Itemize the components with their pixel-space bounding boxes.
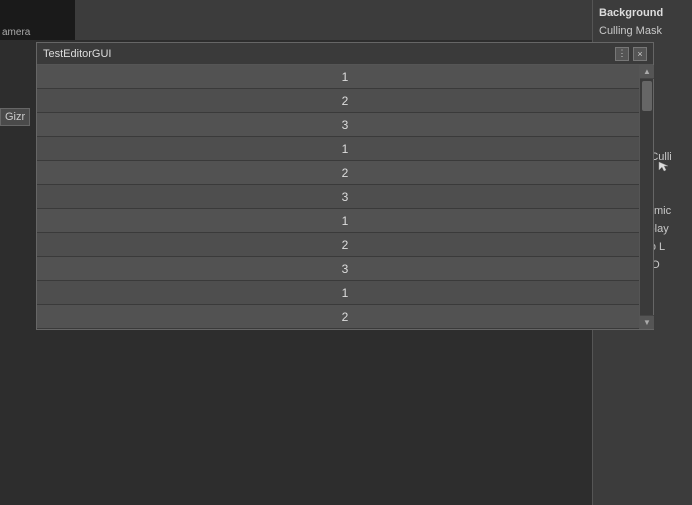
table-row: 1 [37, 209, 653, 233]
camera-label: amera [2, 27, 30, 38]
scroll-up-button[interactable]: ▲ [640, 65, 654, 79]
titlebar-icons: ⋮ × [615, 47, 647, 61]
table-row: 1 [37, 137, 653, 161]
top-bar: amera [0, 0, 692, 40]
table-row: 2 [37, 233, 653, 257]
editor-scrollbar[interactable]: ▲ ▼ [639, 65, 653, 329]
editor-content: 1 2 3 1 2 3 1 2 3 1 2 [37, 65, 653, 329]
editor-titlebar: TestEditorGUI ⋮ × [37, 43, 653, 65]
editor-title: TestEditorGUI [43, 48, 111, 60]
table-row: 2 [37, 305, 653, 329]
cursor-arrow [657, 160, 669, 172]
gizmo-button[interactable]: Gizr [0, 108, 30, 126]
table-row: 3 [37, 185, 653, 209]
table-row: 2 [37, 161, 653, 185]
table-row: 3 [37, 257, 653, 281]
table-row: 3 [37, 113, 653, 137]
table-row: 2 [37, 89, 653, 113]
table-row: 1 [37, 65, 653, 89]
close-icon[interactable]: × [633, 47, 647, 61]
menu-icon[interactable]: ⋮ [615, 47, 629, 61]
table-row: 1 [37, 281, 653, 305]
editor-window: TestEditorGUI ⋮ × 1 2 3 1 2 3 1 2 3 1 2 … [36, 42, 654, 330]
background-label: Background [599, 4, 686, 22]
camera-preview: amera [0, 0, 75, 40]
scroll-down-button[interactable]: ▼ [640, 315, 654, 329]
scroll-thumb[interactable] [642, 81, 652, 111]
culling-mask-label: Culling Mask [599, 22, 686, 40]
